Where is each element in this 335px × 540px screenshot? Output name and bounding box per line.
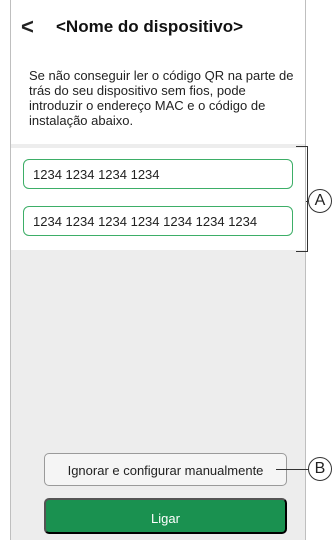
mac-address-input[interactable] — [23, 159, 293, 189]
code-fields-section — [11, 148, 305, 250]
callout-a-marker: A — [308, 189, 332, 213]
chevron-left-icon[interactable]: < — [21, 14, 43, 40]
header-bar: < <Nome do dispositivo> — [11, 0, 305, 60]
intro-section: Se não conseguir ler o código QR na part… — [11, 60, 305, 144]
connect-button[interactable]: Ligar — [44, 498, 287, 534]
install-code-input[interactable] — [23, 206, 293, 236]
callout-a-bracket — [296, 146, 308, 252]
phone-screen: < <Nome do dispositivo> Se não conseguir… — [10, 0, 306, 540]
skip-manual-setup-button[interactable]: Ignorar e configurar manualmente — [44, 453, 287, 486]
page-title: <Nome do dispositivo> — [56, 17, 244, 36]
instructions-text: Se não conseguir ler o código QR na part… — [29, 68, 294, 128]
callout-b-connector — [276, 469, 309, 470]
callout-b-marker: B — [308, 457, 332, 481]
